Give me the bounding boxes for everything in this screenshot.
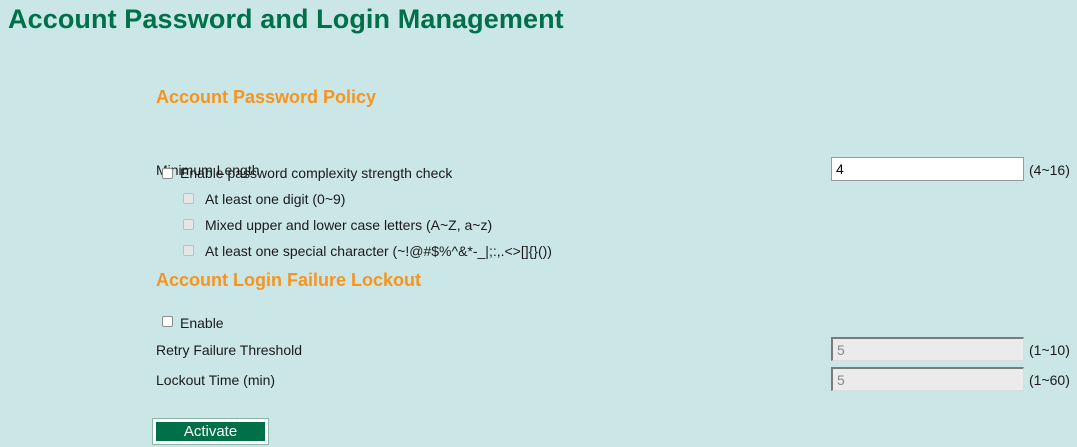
- retry-threshold-range: (1~10): [1029, 342, 1070, 358]
- complexity-check-checkbox[interactable]: [162, 168, 173, 179]
- lockout-time-label: Lockout Time (min): [156, 372, 276, 388]
- min-length-range: (4~16): [1029, 162, 1070, 178]
- digit-checkbox[interactable]: [183, 193, 194, 204]
- lockout-heading: Account Login Failure Lockout: [156, 270, 421, 290]
- mixed-case-checkbox[interactable]: [183, 219, 194, 230]
- special-char-checkbox[interactable]: [183, 245, 194, 256]
- min-length-input[interactable]: [831, 157, 1024, 181]
- activate-button[interactable]: Activate: [152, 418, 269, 445]
- complexity-check-label: Enable password complexity strength chec…: [180, 165, 453, 181]
- special-char-label: At least one special character (~!@#$%^&…: [205, 243, 552, 259]
- lockout-time-range: (1~60): [1029, 372, 1070, 388]
- digit-label: At least one digit (0~9): [205, 191, 346, 207]
- retry-threshold-input[interactable]: [831, 337, 1024, 361]
- lockout-time-input[interactable]: [831, 367, 1024, 391]
- password-policy-heading: Account Password Policy: [156, 87, 377, 107]
- page-title: Account Password and Login Management: [8, 4, 564, 34]
- lockout-enable-checkbox[interactable]: [162, 316, 173, 327]
- mixed-case-label: Mixed upper and lower case letters (A~Z,…: [205, 217, 493, 233]
- retry-threshold-label: Retry Failure Threshold: [156, 342, 303, 358]
- lockout-enable-label: Enable: [180, 315, 224, 331]
